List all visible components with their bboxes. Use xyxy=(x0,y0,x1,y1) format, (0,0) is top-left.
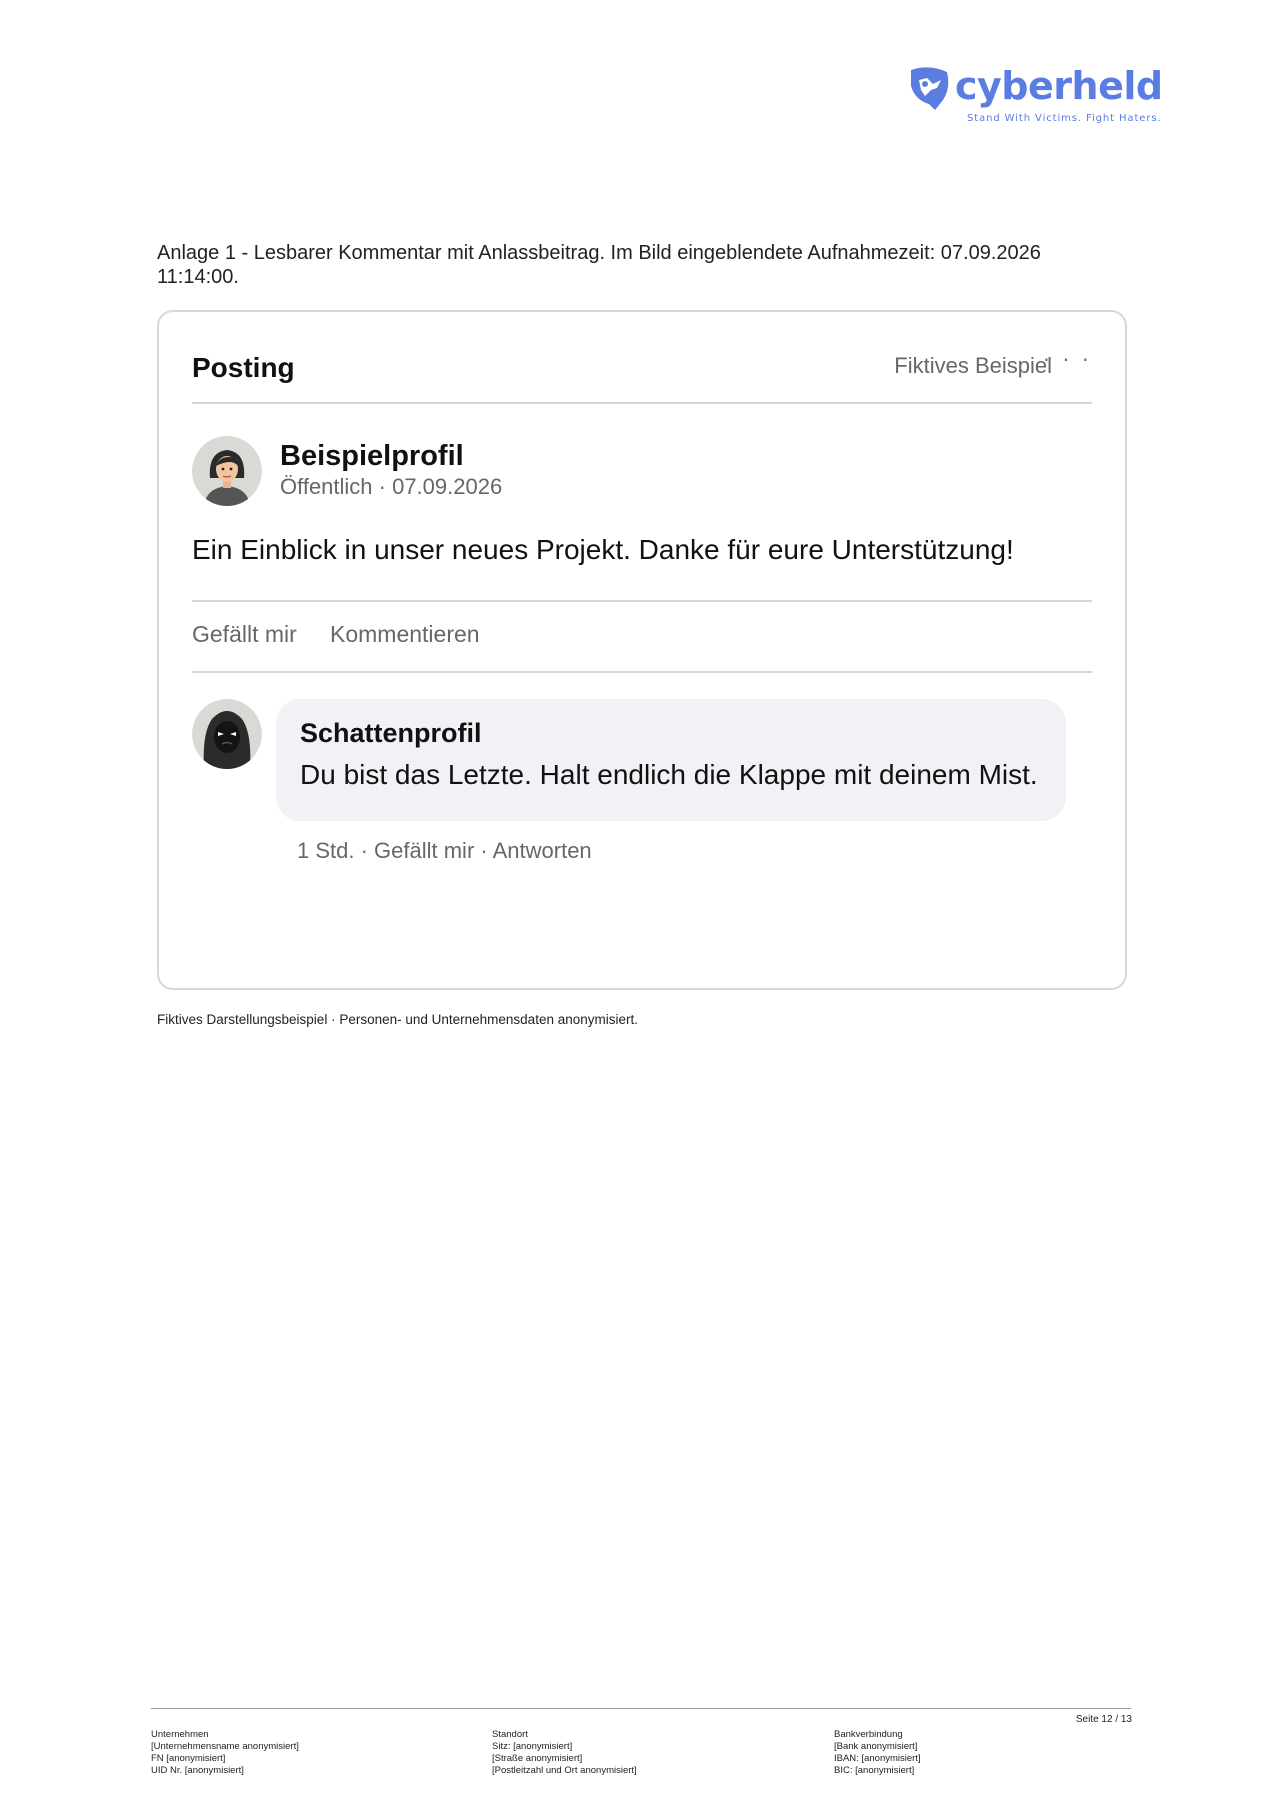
comment-meta[interactable]: 1 Std. · Gefällt mir · Antworten xyxy=(297,838,592,864)
footer-bank: Bankverbindung [Bank anonymisiert] IBAN:… xyxy=(834,1729,921,1777)
disclaimer-text: Fiktives Darstellungsbeispiel · Personen… xyxy=(157,1012,638,1027)
comment-author-name[interactable]: Schattenprofil xyxy=(300,718,482,749)
post-text: Ein Einblick in unser neues Projekt. Dan… xyxy=(192,534,1014,565)
post-meta: Öffentlich · 07.09.2026 xyxy=(280,474,503,499)
logo-tagline: Stand With Victims. Fight Haters. xyxy=(967,113,1162,124)
post-divider xyxy=(192,600,1092,602)
example-label: Fiktives Beispiel xyxy=(894,353,1052,378)
header-divider xyxy=(192,402,1092,404)
actions-divider xyxy=(192,671,1092,673)
footer-location-line: [Straße anonymisiert] xyxy=(492,1753,583,1764)
post-screenshot-card: Posting Fiktives Beispiel · · · Beispiel… xyxy=(157,310,1127,990)
author-avatar[interactable] xyxy=(192,436,262,506)
footer-bank-line: [Bank anonymisiert] xyxy=(834,1741,918,1752)
more-horizontal-icon[interactable]: · · · xyxy=(1043,346,1092,372)
footer-company-heading: Unternehmen xyxy=(151,1729,209,1740)
like-button[interactable]: Gefällt mir xyxy=(192,621,297,648)
footer-company-line: [Unternehmensname anonymisiert] xyxy=(151,1741,299,1752)
footer-bank-line: BIC: [anonymisiert] xyxy=(834,1765,915,1776)
page-number: Seite 12 / 13 xyxy=(1075,1714,1132,1725)
footer-company-line: UID Nr. [anonymisiert] xyxy=(151,1765,244,1776)
footer-location: Standort Sitz: [anonymisiert] [Straße an… xyxy=(492,1729,637,1777)
card-header: Posting Fiktives Beispiel · · · xyxy=(192,342,1092,383)
footer-divider xyxy=(151,1708,1131,1709)
commenter-avatar[interactable] xyxy=(192,699,262,769)
footer-location-line: Sitz: [anonymisiert] xyxy=(492,1741,573,1752)
card-title: Posting xyxy=(192,352,295,383)
cyberheld-logo: cyberheld Stand With Victims. Fight Hate… xyxy=(905,64,1163,130)
footer-location-line: [Postleitzahl und Ort anonymisiert] xyxy=(492,1765,637,1776)
footer-location-heading: Standort xyxy=(492,1729,528,1740)
hooded-figure-icon xyxy=(192,699,262,769)
footer-bank-line: IBAN: [anonymisiert] xyxy=(834,1753,921,1764)
footer-company: Unternehmen [Unternehmensname anonymisie… xyxy=(151,1729,299,1777)
post-author-name[interactable]: Beispielprofil xyxy=(280,440,464,473)
hero-shield-icon xyxy=(911,67,949,110)
comment-text: Du bist das Letzte. Halt endlich die Kla… xyxy=(300,759,1038,790)
document-page: cyberheld Stand With Victims. Fight Hate… xyxy=(0,0,1274,1800)
logo-wordmark: cyberheld xyxy=(955,64,1163,108)
comment-bubble: Schattenprofil Du bist das Letzte. Halt … xyxy=(276,699,1066,821)
attachment-caption: Anlage 1 - Lesbarer Kommentar mit Anlass… xyxy=(157,242,1041,288)
footer-bank-heading: Bankverbindung xyxy=(834,1729,903,1740)
comment-button[interactable]: Kommentieren xyxy=(330,621,480,648)
woman-avatar-icon xyxy=(192,436,262,506)
footer-company-line: FN [anonymisiert] xyxy=(151,1753,226,1764)
